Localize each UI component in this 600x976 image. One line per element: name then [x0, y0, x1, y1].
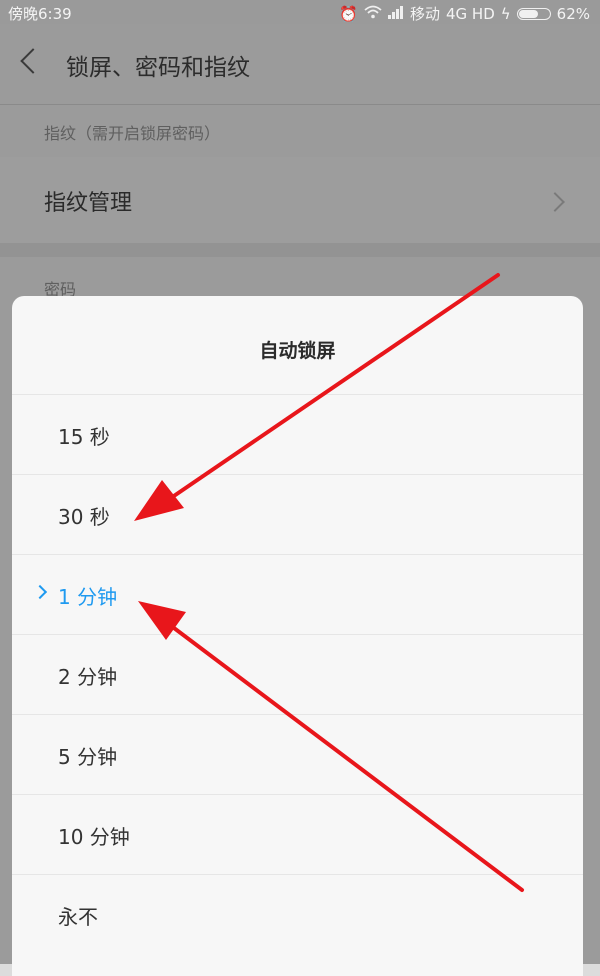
auto-lock-dialog: 自动锁屏 15 秒 30 秒 1 分钟 2 分钟 5 分钟 10 分钟 永不 — [12, 296, 583, 976]
fingerprint-section-header: 指纹（需开启锁屏密码） — [44, 124, 221, 143]
wifi-icon — [364, 5, 382, 23]
charging-icon: ϟ — [500, 4, 511, 23]
option-label: 30 秒 — [58, 505, 110, 529]
option-label: 10 分钟 — [58, 825, 130, 849]
status-icons: ⏰ 移动 4G HD ϟ 62% — [339, 3, 590, 24]
status-bar: 傍晚6:39 ⏰ 移动 4G HD ϟ 62% — [0, 0, 600, 24]
option-1-minute[interactable]: 1 分钟 — [12, 554, 583, 634]
battery-icon — [516, 7, 551, 20]
option-label: 5 分钟 — [58, 745, 118, 769]
fingerprint-manage-label: 指纹管理 — [44, 191, 133, 216]
selected-chevron-icon — [32, 584, 48, 600]
signal-icon — [387, 5, 404, 23]
option-label: 15 秒 — [58, 425, 110, 449]
option-5-minutes[interactable]: 5 分钟 — [12, 714, 583, 794]
option-30-seconds[interactable]: 30 秒 — [12, 474, 583, 554]
back-arrow-icon[interactable] — [20, 48, 46, 74]
carrier-label: 移动 — [409, 5, 440, 23]
option-label: 1 分钟 — [58, 585, 118, 609]
dialog-title: 自动锁屏 — [259, 340, 336, 362]
battery-percent: 62% — [556, 4, 590, 23]
app-header: 锁屏、密码和指纹 — [0, 24, 600, 104]
option-10-minutes[interactable]: 10 分钟 — [12, 794, 583, 874]
option-never[interactable]: 永不 — [12, 874, 583, 954]
status-time: 傍晚6:39 — [8, 5, 72, 23]
option-2-minutes[interactable]: 2 分钟 — [12, 634, 583, 714]
fingerprint-manage-row[interactable]: 指纹管理 — [0, 157, 600, 243]
network-label: 4G HD — [445, 4, 495, 23]
page-title: 锁屏、密码和指纹 — [66, 55, 250, 81]
option-label: 永不 — [58, 905, 98, 929]
alarm-icon: ⏰ — [339, 4, 358, 23]
chevron-right-icon — [545, 192, 565, 212]
option-label: 2 分钟 — [58, 665, 118, 689]
option-15-seconds[interactable]: 15 秒 — [12, 394, 583, 474]
